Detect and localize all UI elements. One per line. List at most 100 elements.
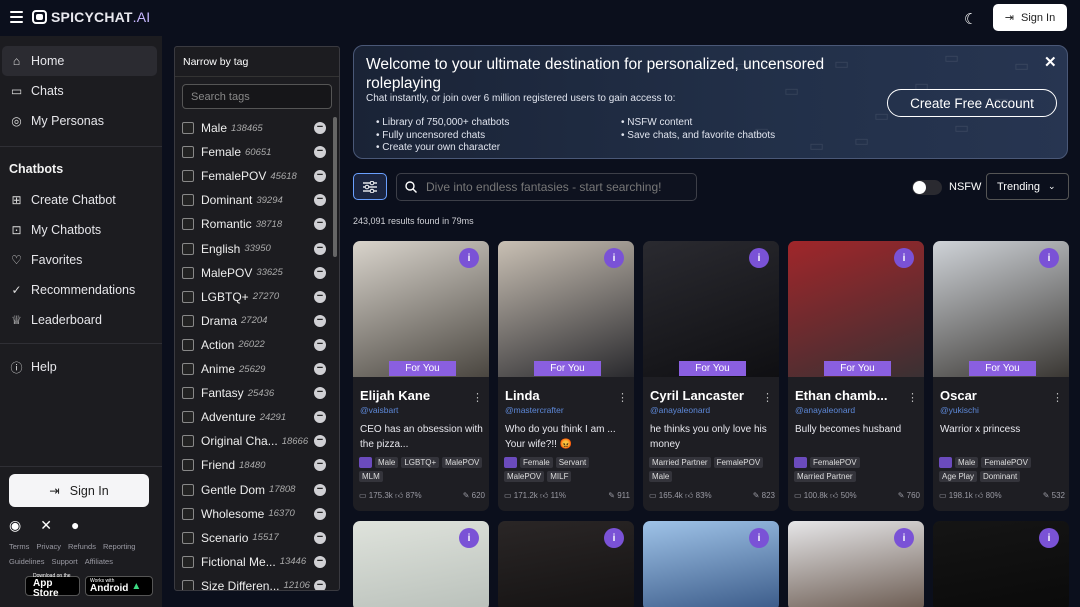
tag-filter-item[interactable]: Drama 27204 − [182,311,328,331]
card-tag[interactable]: MLM [359,471,383,482]
search-input[interactable]: Dive into endless fantasies - start sear… [396,173,697,201]
info-icon[interactable]: i [749,528,769,548]
chatbot-card[interactable]: i For You Cyril Lancaster ⋮ @anayaleonard he … [643,241,779,511]
chatbot-card[interactable]: i For You Linda ⋮ @mastercrafter Who do you t… [498,241,634,511]
chatbot-card[interactable]: i [643,521,779,607]
more-options-icon[interactable]: ⋮ [907,391,918,404]
tag-checkbox[interactable] [182,555,194,568]
footer-link[interactable]: Support [51,557,77,566]
chatbot-card[interactable]: i For You Elijah Kane ⋮ @vaisbart CEO has an … [353,241,489,511]
tag-checkbox[interactable] [182,411,194,424]
more-options-icon[interactable]: ⋮ [617,391,628,404]
sort-dropdown[interactable]: Trending ⌄ [986,173,1069,200]
tag-filter-item[interactable]: Fictional Me... 13446− [182,552,328,572]
exclude-tag-button[interactable]: − [314,146,326,159]
tag-filter-item[interactable]: Wholesome 16370 − [182,504,328,524]
info-icon[interactable]: i [604,248,624,268]
nav-my-chatbots[interactable]: ⊡ My Chatbots [2,215,157,245]
logo[interactable]: SPICYCHAT .AI [32,9,150,25]
exclude-tag-button[interactable]: − [314,459,326,472]
tag-filter-item[interactable]: Adventure 24291 − [182,407,328,427]
tag-checkbox[interactable] [182,507,194,520]
tag-checkbox[interactable] [182,290,194,303]
card-tag[interactable]: FemalePOV [981,457,1031,468]
moon-icon[interactable]: ☾ [964,10,977,28]
exclude-tag-button[interactable]: − [314,266,326,279]
exclude-tag-button[interactable]: − [314,314,326,327]
more-options-icon[interactable]: ⋮ [762,391,773,404]
tag-filter-item[interactable]: Scenario 15517 − [182,528,328,548]
tag-checkbox[interactable] [182,266,194,279]
filter-button[interactable] [353,173,387,200]
tag-checkbox[interactable] [182,218,194,231]
card-tag[interactable]: Age Play [939,471,978,482]
tag-checkbox[interactable] [182,531,194,544]
tag-checkbox[interactable] [182,122,194,134]
chatbot-card[interactable]: i For You Oscar ⋮ @yukischi Warrior x princes… [933,241,1069,511]
footer-link[interactable]: Privacy [36,542,61,551]
exclude-tag-button[interactable]: − [314,242,326,255]
footer-link[interactable]: Reporting [103,542,136,551]
exclude-tag-button[interactable]: − [314,555,326,568]
info-icon[interactable]: i [459,528,479,548]
creator-handle[interactable]: @yukischi [940,405,979,415]
exclude-tag-button[interactable]: − [314,194,326,207]
tag-filter-item[interactable]: Female 60651 − [182,142,328,162]
more-options-icon[interactable]: ⋮ [1052,391,1063,404]
tag-checkbox[interactable] [182,338,194,351]
creator-handle[interactable]: @anayaleonard [795,405,855,415]
card-tag[interactable]: Married Partner [794,471,856,482]
chatbot-card[interactable]: i [353,521,489,607]
tag-filter-item[interactable]: Romantic 38718 − [182,214,328,234]
info-icon[interactable]: i [459,248,479,268]
nav-recommendations[interactable]: ✓ Recommendations [2,275,157,305]
tag-filter-item[interactable]: Dominant 39294 − [182,190,328,210]
creator-handle[interactable]: @anayaleonard [650,405,710,415]
card-tag[interactable]: Female [520,457,553,468]
tag-checkbox[interactable] [182,194,194,207]
tag-checkbox[interactable] [182,363,194,375]
creator-handle[interactable]: @mastercrafter [505,405,564,415]
card-tag[interactable]: MILF [547,471,572,482]
tag-checkbox[interactable] [182,435,194,448]
tag-checkbox[interactable] [182,242,194,255]
nsfw-toggle[interactable] [912,180,942,195]
tag-checkbox[interactable] [182,314,194,327]
exclude-tag-button[interactable]: − [314,338,326,351]
tag-filter-item[interactable]: LGBTQ+ 27270 − [182,287,328,307]
more-options-icon[interactable]: ⋮ [472,391,483,404]
card-tag[interactable]: Male [955,457,979,468]
nav-leaderboard[interactable]: ♕ Leaderboard [2,305,157,335]
nav-create-chatbot[interactable]: ⊞ Create Chatbot [2,185,157,215]
card-tag[interactable]: FemalePOV [713,457,764,468]
info-icon[interactable]: i [604,528,624,548]
card-tag[interactable]: MalePOV [504,471,545,482]
tag-checkbox[interactable] [182,146,194,159]
nav-help[interactable]: ⓘ Help [2,352,157,382]
footer-link[interactable]: Terms [9,542,29,551]
tag-filter-item[interactable]: MalePOV 33625 − [182,263,328,283]
tag-checkbox[interactable] [182,459,194,472]
exclude-tag-button[interactable]: − [314,507,326,520]
tag-filter-item[interactable]: Action 26022 − [182,335,328,355]
android-badge[interactable]: Works with Android ▲ [85,576,153,596]
sign-in-button-sidebar[interactable]: ⇥ Sign In [9,474,149,507]
card-tag[interactable]: LGBTQ+ [401,457,440,468]
tag-filter-item[interactable]: Friend 18480 − [182,455,328,475]
exclude-tag-button[interactable]: − [314,483,326,496]
tag-checkbox[interactable] [182,579,194,590]
exclude-tag-button[interactable]: − [314,290,326,303]
footer-link[interactable]: Refunds [68,542,96,551]
exclude-tag-button[interactable]: − [314,531,326,544]
info-icon[interactable]: i [1039,248,1059,268]
tag-filter-item[interactable]: Fantasy 25436 − [182,383,328,403]
tag-checkbox[interactable] [182,387,194,400]
chatbot-card[interactable]: i [788,521,924,607]
info-icon[interactable]: i [894,248,914,268]
tag-filter-item[interactable]: Original Cha... 18666− [182,431,328,451]
nav-chats[interactable]: ▭ Chats [2,76,157,106]
exclude-tag-button[interactable]: − [314,579,326,590]
exclude-tag-button[interactable]: − [314,122,326,134]
nav-favorites[interactable]: ♡ Favorites [2,245,157,275]
card-tag[interactable]: MalePOV [442,457,483,468]
